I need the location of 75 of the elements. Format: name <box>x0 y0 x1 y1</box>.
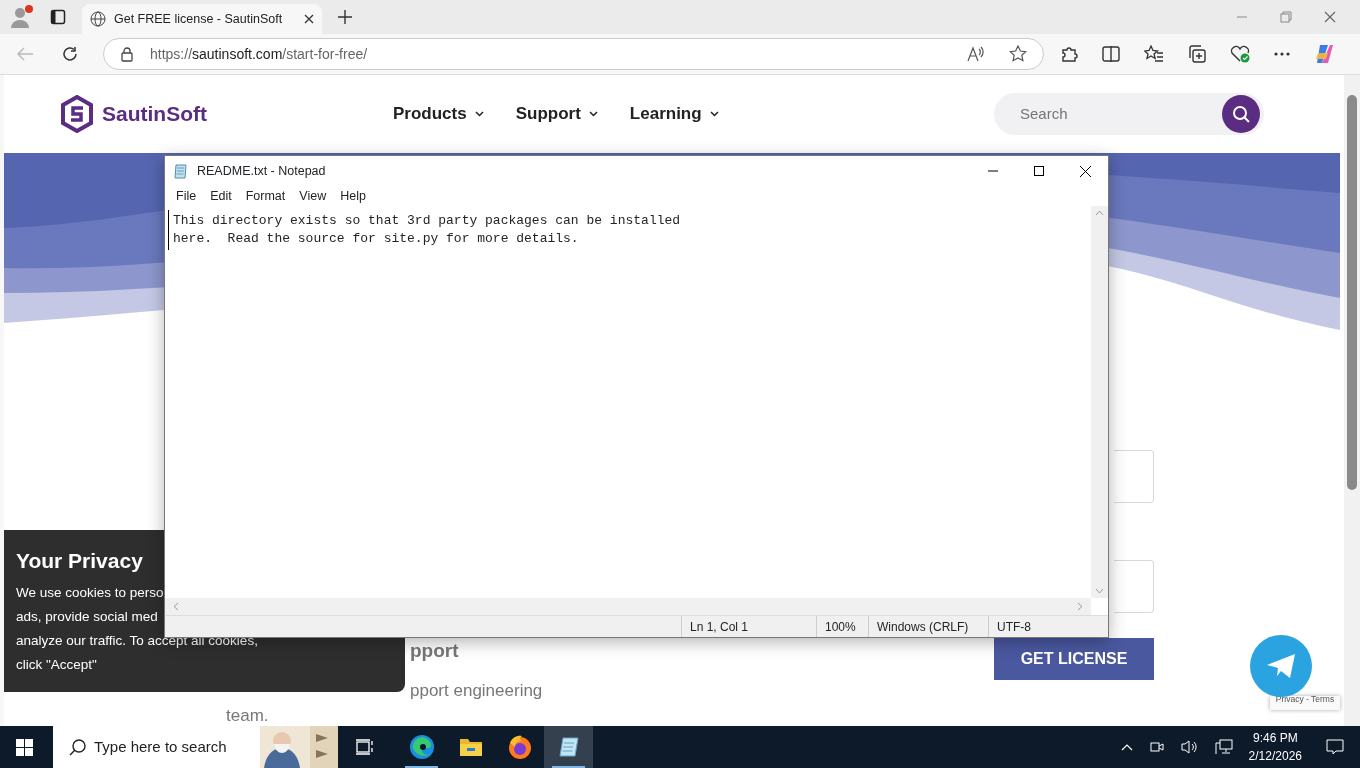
new-tab-icon[interactable] <box>338 10 352 24</box>
body-text: pport <box>410 639 459 663</box>
search-bar[interactable]: Search <box>994 93 1264 135</box>
windows-start-icon[interactable] <box>16 738 33 756</box>
body-text: team. <box>226 705 269 727</box>
body-text: pport engineering <box>410 679 543 702</box>
status-text: UTF-8 <box>988 616 1088 637</box>
firefox-icon <box>506 734 533 760</box>
nav-menu[interactable]: Products <box>387 100 490 128</box>
status-text: 100% <box>816 616 868 637</box>
get-license-button[interactable]: GET LICENSE <box>994 638 1154 680</box>
caret-icon <box>709 111 719 117</box>
site-logo[interactable]: SautinSoft <box>102 98 207 130</box>
profile-icon[interactable] <box>8 4 34 30</box>
menu-item[interactable]: Help <box>333 186 373 206</box>
chevron-up-icon[interactable] <box>1120 743 1133 751</box>
copilot-icon[interactable] <box>1314 43 1336 65</box>
caret-icon <box>474 111 484 117</box>
puzzle-icon[interactable] <box>1060 45 1078 63</box>
status-text: Ln 1, Col 1 <box>681 616 816 637</box>
notepad-icon <box>557 736 580 758</box>
recaptcha-badge[interactable]: Privacy - Terms <box>1270 696 1340 710</box>
privacy-text: ads, provide social med <box>16 609 158 625</box>
maximize-icon <box>1034 166 1044 177</box>
collections-icon[interactable] <box>1188 45 1206 63</box>
taskbar-search-field[interactable]: Type here to search <box>53 726 338 768</box>
clock-time[interactable]: 9:46 PM <box>1252 729 1298 747</box>
search-icon <box>69 738 86 756</box>
network-icon[interactable] <box>1214 739 1233 755</box>
address-bar[interactable]: https://sautinsoft.com/start-for-free/ <box>103 38 1044 70</box>
read-aloud-icon[interactable] <box>967 46 985 62</box>
scroll-thumb[interactable] <box>1347 95 1357 490</box>
privacy-text: click "Accept" <box>16 657 97 673</box>
notification-icon[interactable] <box>1326 739 1344 755</box>
edge-icon <box>408 734 435 760</box>
globe-icon <box>90 11 106 27</box>
star-icon[interactable] <box>1009 45 1027 63</box>
logo-icon[interactable] <box>60 95 94 133</box>
refresh-icon[interactable] <box>61 45 79 63</box>
nav-menu[interactable]: Learning <box>623 100 725 128</box>
menu-item[interactable]: File <box>169 186 204 206</box>
input-field[interactable] <box>1114 560 1154 613</box>
clock-date[interactable]: 2/12/2026 <box>1248 747 1302 765</box>
close-icon <box>1079 165 1091 177</box>
window-title: README.txt - Notepad <box>197 162 327 180</box>
search-field[interactable]: Search <box>1018 101 1222 127</box>
paper-plane-icon <box>1265 652 1297 680</box>
recaptcha-links[interactable]: Privacy - Terms <box>1275 693 1335 706</box>
folder-icon <box>458 737 483 757</box>
favorites-icon[interactable] <box>1144 45 1164 63</box>
close-icon[interactable] <box>304 14 314 24</box>
privacy-title: Your Privacy <box>16 548 144 574</box>
tab-title[interactable]: Get FREE license - SautinSoft <box>114 9 304 29</box>
search-button[interactable] <box>1222 95 1260 133</box>
more-icon[interactable] <box>1274 52 1290 56</box>
tab-actions-icon[interactable] <box>50 9 66 25</box>
menu-item[interactable]: Edit <box>203 186 239 206</box>
privacy-text: We use cookies to perso <box>16 585 164 601</box>
status-text: Windows (CRLF) <box>868 616 988 637</box>
lock-icon <box>120 46 134 62</box>
speaker-icon[interactable] <box>1180 739 1199 755</box>
menu-item[interactable]: Format <box>238 186 293 206</box>
search-icon <box>1232 105 1250 123</box>
notepad-icon <box>173 163 189 179</box>
search-placeholder: Type here to search <box>94 736 228 757</box>
menu-item[interactable]: View <box>292 186 334 206</box>
caret-icon <box>588 111 598 117</box>
camera-icon[interactable] <box>1148 739 1165 755</box>
nav-menu[interactable]: Support <box>509 100 604 128</box>
health-icon[interactable] <box>1230 45 1250 63</box>
input-field[interactable] <box>1114 450 1154 503</box>
task-view-icon[interactable] <box>356 739 375 755</box>
taskbar-app[interactable] <box>544 726 593 768</box>
browser-tab[interactable]: Get FREE license - SautinSoft <box>82 4 322 34</box>
split-screen-icon[interactable] <box>1102 45 1120 63</box>
